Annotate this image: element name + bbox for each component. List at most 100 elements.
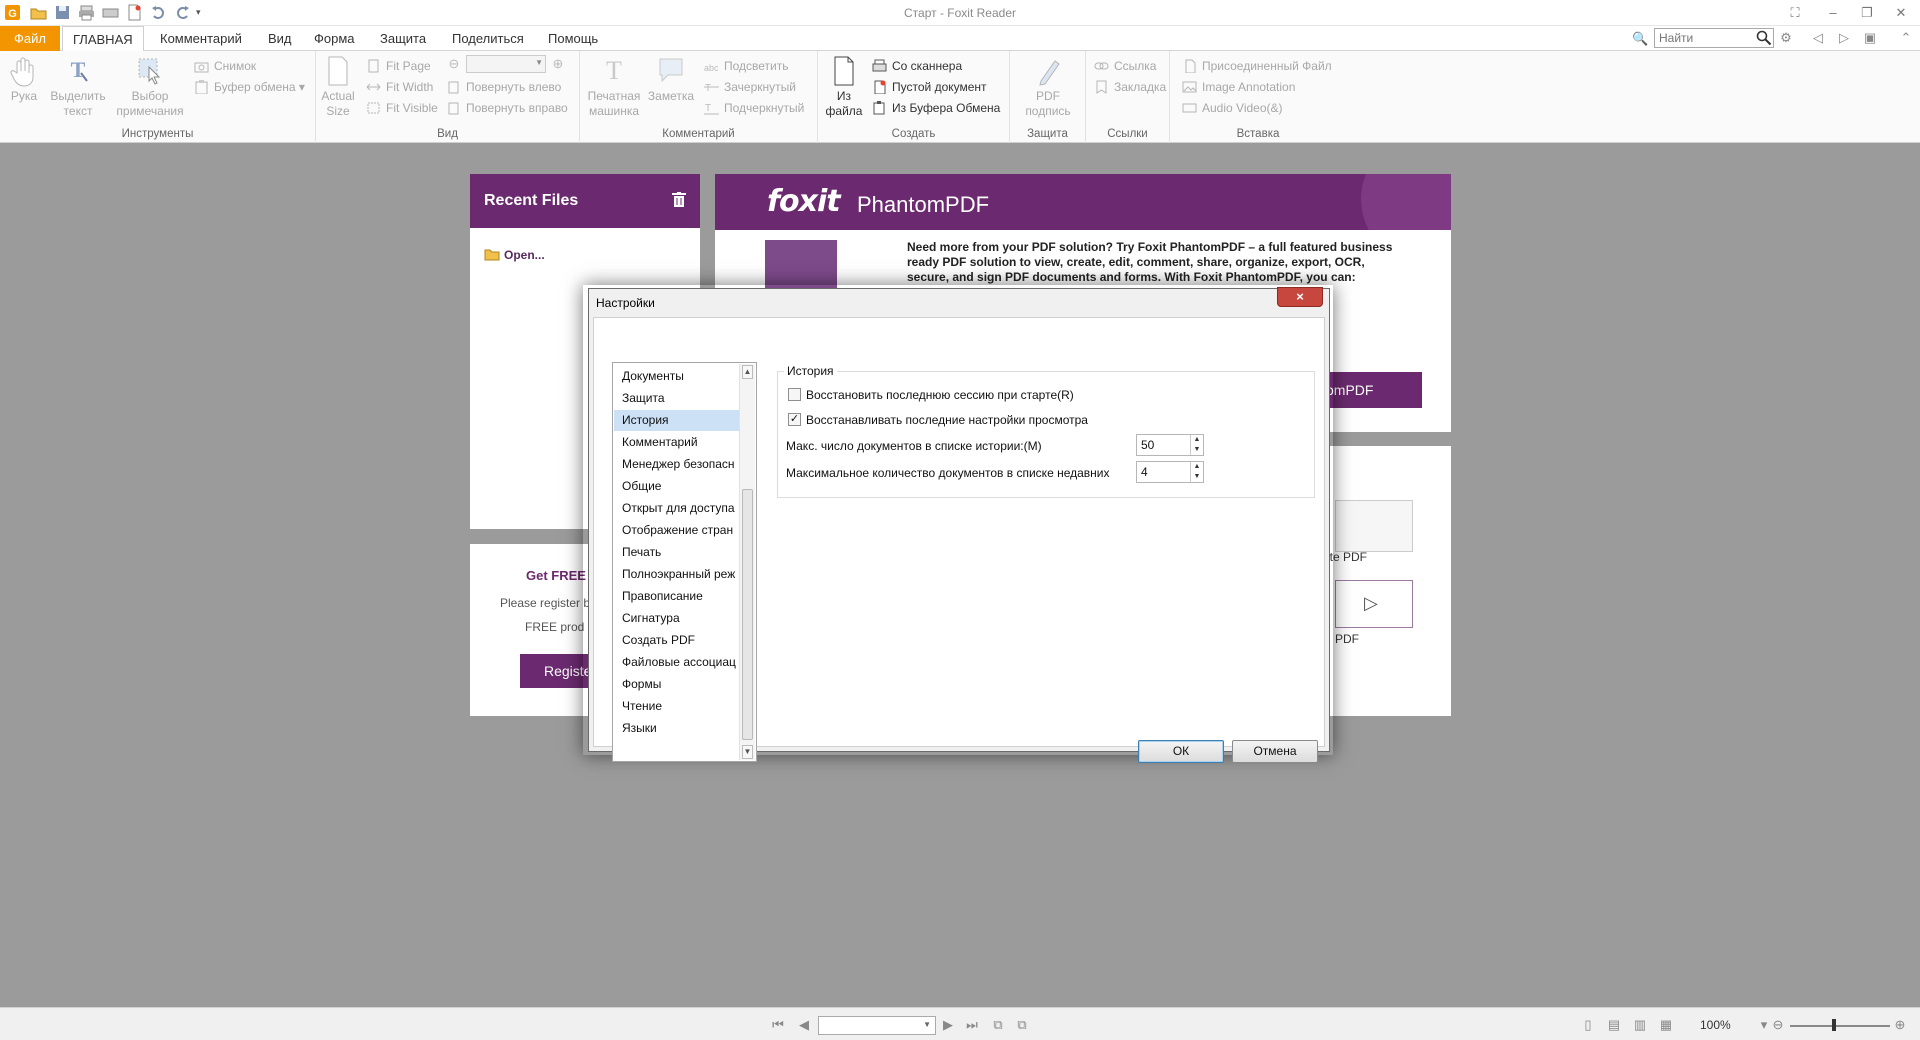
tab-help[interactable]: Помощь xyxy=(538,26,608,51)
create-pdf-thumbnail[interactable] xyxy=(1335,500,1413,552)
continuous-icon[interactable]: ▤ xyxy=(1606,1017,1622,1033)
link-button[interactable]: Ссылка xyxy=(1094,57,1156,75)
rotate-right-button[interactable]: Повернуть вправо xyxy=(446,99,568,117)
fit-width-button[interactable]: Fit Width xyxy=(366,78,433,96)
restore-view-label[interactable]: Восстанавливать последние настройки прос… xyxy=(806,413,1088,427)
tab-home[interactable]: ГЛАВНАЯ xyxy=(62,26,144,52)
zoom-combo[interactable]: ▼ xyxy=(466,55,546,73)
fit-page-button[interactable]: Fit Page xyxy=(366,57,431,75)
first-page-icon[interactable]: ⏮ xyxy=(770,1017,786,1033)
image-annotation-button[interactable]: Image Annotation xyxy=(1182,78,1295,96)
list-item[interactable]: Формы xyxy=(614,674,739,695)
spin-up-icon[interactable]: ▲ xyxy=(1190,435,1203,445)
zoom-level[interactable]: 100% xyxy=(1700,1018,1731,1032)
scroll-down-icon[interactable]: ▼ xyxy=(742,745,753,759)
list-item[interactable]: Чтение xyxy=(614,696,739,717)
restore-view-checkbox[interactable]: ✓ xyxy=(788,413,801,426)
fullscreen-icon[interactable]: ⛶ xyxy=(1780,0,1810,26)
from-scanner-button[interactable]: Со сканнера xyxy=(872,57,962,75)
list-item[interactable]: Комментарий xyxy=(614,432,739,453)
page-number-input[interactable]: ▼ xyxy=(818,1016,936,1035)
tab-share[interactable]: Поделиться xyxy=(442,26,534,51)
strikeout-button[interactable]: T Зачеркнутый xyxy=(704,78,796,96)
audio-video-button[interactable]: Audio Video(&) xyxy=(1182,99,1283,117)
page-dropdown-icon[interactable]: ▼ xyxy=(923,1020,931,1029)
clipboard-button[interactable]: Буфер обмена ▾ xyxy=(194,78,305,96)
list-item[interactable]: Создать PDF xyxy=(614,630,739,651)
tab-view[interactable]: Вид xyxy=(258,26,302,51)
minimize-button[interactable]: – xyxy=(1818,0,1848,26)
blank-doc-button[interactable]: Пустой документ xyxy=(872,78,987,96)
list-item[interactable]: Печать xyxy=(614,542,739,563)
continuous-facing-icon[interactable]: ▦ xyxy=(1658,1017,1674,1033)
max-history-stepper[interactable]: 50 ▲ ▼ xyxy=(1136,434,1204,456)
zoom-out-icon[interactable]: ⊖ xyxy=(1770,1017,1786,1033)
gear-icon[interactable]: ⚙ xyxy=(1778,30,1794,46)
forward-icon[interactable]: ▷ xyxy=(1836,30,1852,46)
scroll-up-icon[interactable]: ▲ xyxy=(742,365,753,379)
restore-session-checkbox[interactable] xyxy=(788,388,801,401)
dialog-close-button[interactable]: × xyxy=(1277,287,1323,307)
from-file-button[interactable]: Из файла xyxy=(824,55,864,119)
video-pdf-label[interactable]: PDF xyxy=(1335,632,1359,646)
list-item[interactable]: Полноэкранный реж xyxy=(614,564,739,585)
list-scrollbar[interactable]: ▲ ▼ xyxy=(739,364,755,760)
zoom-in-icon[interactable]: ⊕ xyxy=(550,56,566,72)
list-item[interactable]: Менеджер безопасн xyxy=(614,454,739,475)
underline-button[interactable]: T Подчеркнутый xyxy=(704,99,804,117)
spin-up-icon[interactable]: ▲ xyxy=(1190,462,1203,472)
list-item[interactable]: Открыт для доступа xyxy=(614,498,739,519)
list-item[interactable]: Сигнатура xyxy=(614,608,739,629)
hand-tool-button[interactable]: Рука xyxy=(4,55,44,104)
bookmark-button[interactable]: Закладка xyxy=(1094,78,1166,96)
zoom-out-icon[interactable]: ⊖ xyxy=(446,56,462,72)
spin-down-icon[interactable]: ▼ xyxy=(1190,472,1203,482)
pdf-sign-button[interactable]: PDF подпись xyxy=(1016,55,1080,119)
tab-file[interactable]: Файл xyxy=(0,26,60,51)
prev-page-icon[interactable]: ◀ xyxy=(796,1017,812,1033)
single-page-icon[interactable]: ▯ xyxy=(1580,1017,1596,1033)
ok-button[interactable]: ОК xyxy=(1138,740,1224,763)
actual-size-button[interactable]: Actual Size xyxy=(320,55,356,119)
select-text-button[interactable]: T Выделить текст xyxy=(46,55,110,119)
list-item[interactable]: Документы xyxy=(614,366,739,387)
restore-session-label[interactable]: Восстановить последнюю сессию при старте… xyxy=(806,388,1074,402)
fit-visible-button[interactable]: Fit Visible xyxy=(366,99,438,117)
list-item[interactable]: Защита xyxy=(614,388,739,409)
find-folder-icon[interactable]: 🔍 xyxy=(1632,31,1648,47)
previous-view-icon[interactable]: ⧉ xyxy=(990,1017,1006,1033)
close-window-button[interactable]: ✕ xyxy=(1886,0,1916,26)
next-page-icon[interactable]: ▶ xyxy=(940,1017,956,1033)
snapshot-button[interactable]: Снимок xyxy=(194,57,256,75)
from-clipboard-button[interactable]: Из Буфера Обмена xyxy=(872,99,1000,117)
last-page-icon[interactable]: ⏭ xyxy=(964,1017,980,1033)
zoom-slider[interactable] xyxy=(1790,1025,1890,1027)
typewriter-button[interactable]: T Печатная машинка xyxy=(584,55,644,119)
highlight-button[interactable]: abc Подсветить xyxy=(704,57,789,75)
tab-form[interactable]: Форма xyxy=(304,26,365,51)
facing-icon[interactable]: ▥ xyxy=(1632,1017,1648,1033)
list-item[interactable]: Файловые ассоциац xyxy=(614,652,739,673)
cancel-button[interactable]: Отмена xyxy=(1232,740,1318,763)
max-recent-stepper[interactable]: 4 ▲ ▼ xyxy=(1136,461,1204,483)
list-item[interactable]: Отображение стран xyxy=(614,520,739,541)
rotate-left-button[interactable]: Повернуть влево xyxy=(446,78,561,96)
zoom-in-icon[interactable]: ⊕ xyxy=(1892,1017,1908,1033)
list-item-selected[interactable]: История xyxy=(614,410,739,431)
attach-file-button[interactable]: Присоединенный Файл xyxy=(1182,57,1332,75)
tab-comment[interactable]: Комментарий xyxy=(150,26,252,51)
trash-icon[interactable] xyxy=(672,192,686,208)
open-file-link[interactable]: Open... xyxy=(484,248,545,262)
next-view-icon[interactable]: ⧉ xyxy=(1014,1017,1030,1033)
collapse-ribbon-icon[interactable]: ⌃ xyxy=(1898,30,1914,46)
note-button[interactable]: Заметка xyxy=(646,55,696,104)
select-annotation-button[interactable]: Выбор примечания xyxy=(112,55,188,119)
user-icon[interactable]: ▣ xyxy=(1862,30,1878,46)
search-icon[interactable] xyxy=(1756,30,1772,46)
list-item[interactable]: Общие xyxy=(614,476,739,497)
back-icon[interactable]: ◁ xyxy=(1810,30,1826,46)
scrollbar-thumb[interactable] xyxy=(742,489,753,740)
list-item[interactable]: Правописание xyxy=(614,586,739,607)
tab-protect[interactable]: Защита xyxy=(370,26,436,51)
list-item[interactable]: Языки xyxy=(614,718,739,739)
